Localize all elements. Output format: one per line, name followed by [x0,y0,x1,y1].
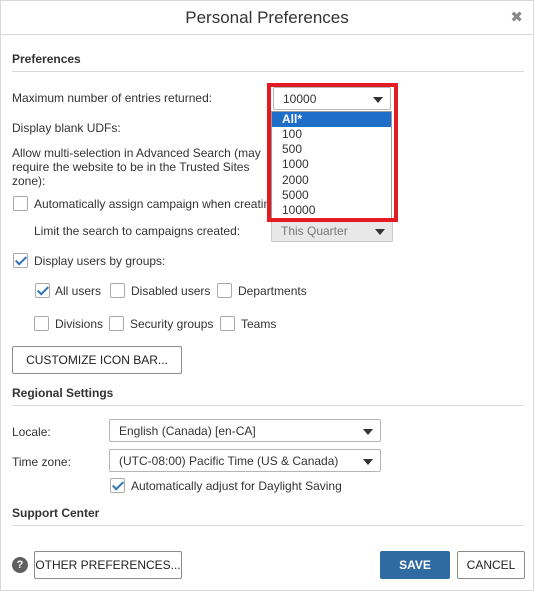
dropdown-option-1000[interactable]: 1000 [272,157,391,172]
locale-value: English (Canada) [en-CA] [119,424,256,438]
support-section-title: Support Center [12,506,100,520]
dialog-title: Personal Preferences [185,8,349,27]
dropdown-option-100[interactable]: 100 [272,127,391,142]
max-entries-value: 10000 [283,92,317,106]
support-divider [12,525,524,526]
personal-preferences-dialog: Personal Preferences ✖ Preferences Maxim… [0,0,534,591]
display-blank-udfs-label: Display blank UDFs: [12,121,121,135]
locale-label: Locale: [12,425,51,439]
all-users-label: All users [55,284,102,298]
multiselect-label: Allow multi-selection in Advanced Search… [12,146,261,188]
dropdown-option-all[interactable]: All* [272,112,391,127]
preferences-divider [12,71,524,72]
max-entries-dropdown-list: All* 100 500 1000 2000 5000 10000 [271,111,392,219]
departments-label: Departments [238,284,307,298]
teams-checkbox[interactable] [220,316,235,331]
dropdown-option-500[interactable]: 500 [272,142,391,157]
close-icon[interactable]: ✖ [510,10,523,25]
other-preferences-button[interactable]: OTHER PREFERENCES... [34,551,182,579]
daylight-saving-label: Automatically adjust for Daylight Saving [131,479,342,493]
display-users-by-groups-checkbox[interactable] [13,253,28,268]
timezone-value: (UTC-08:00) Pacific Time (US & Canada) [119,454,339,468]
disabled-users-checkbox[interactable] [110,283,125,298]
max-entries-select[interactable]: 10000 [273,87,391,110]
dropdown-option-10000[interactable]: 10000 [272,203,391,218]
save-button[interactable]: SAVE [380,551,450,579]
all-users-checkbox[interactable] [35,283,50,298]
cancel-button[interactable]: CANCEL [457,551,525,579]
chevron-down-icon [373,97,383,103]
divisions-label: Divisions [55,317,104,331]
limit-search-select: This Quarter [271,219,393,242]
divisions-checkbox[interactable] [34,316,49,331]
limit-search-value: This Quarter [281,224,348,238]
limit-search-label: Limit the search to campaigns created: [34,224,241,238]
locale-select[interactable]: English (Canada) [en-CA] [109,419,381,442]
departments-checkbox[interactable] [217,283,232,298]
max-entries-label: Maximum number of entries returned: [12,91,213,105]
help-icon[interactable]: ? [12,557,28,573]
disabled-users-label: Disabled users [131,284,211,298]
security-groups-label: Security groups [130,317,214,331]
dropdown-option-5000[interactable]: 5000 [272,188,391,203]
display-users-by-groups-label: Display users by groups: [34,254,166,268]
auto-assign-campaign-label: Automatically assign campaign when creat… [34,197,271,211]
security-groups-checkbox[interactable] [109,316,124,331]
chevron-down-icon [363,459,373,465]
dropdown-option-2000[interactable]: 2000 [272,173,391,188]
timezone-select[interactable]: (UTC-08:00) Pacific Time (US & Canada) [109,449,381,472]
auto-assign-campaign-checkbox[interactable] [13,196,28,211]
preferences-section-title: Preferences [12,52,81,66]
chevron-down-icon [375,229,385,235]
daylight-saving-checkbox[interactable] [110,478,125,493]
regional-divider [12,405,524,406]
dialog-titlebar: Personal Preferences ✖ [1,1,533,35]
teams-label: Teams [241,317,277,331]
customize-icon-bar-button[interactable]: CUSTOMIZE ICON BAR... [12,346,182,374]
chevron-down-icon [363,429,373,435]
timezone-label: Time zone: [12,455,71,469]
regional-section-title: Regional Settings [12,386,114,400]
